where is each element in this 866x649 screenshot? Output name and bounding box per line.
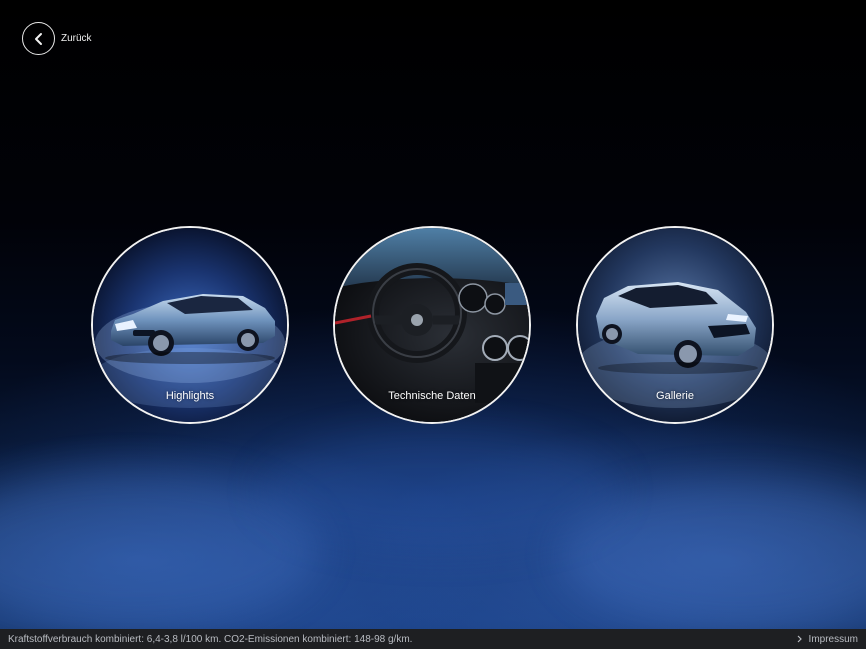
fog-decoration [0, 470, 320, 630]
back-label: Zurück [61, 33, 92, 44]
technical-data-label: Technische Daten [388, 390, 476, 402]
back-button[interactable]: Zurück [22, 22, 92, 55]
app-screen: Zurück Highlights Technische Daten Galle… [0, 0, 866, 649]
gallery-tile[interactable]: Gallerie [576, 226, 774, 424]
fog-decoration [560, 480, 866, 630]
footer-bar: Kraftstoffverbrauch kombiniert: 6,4-3,8 … [0, 629, 866, 649]
fog-decoration [260, 430, 620, 550]
highlights-tile[interactable]: Highlights [91, 226, 289, 424]
highlights-label: Highlights [165, 390, 215, 402]
technical-data-tile[interactable]: Technische Daten [333, 226, 531, 424]
chevron-left-icon [34, 32, 42, 45]
impressum-label: Impressum [808, 633, 858, 645]
chevron-right-icon [797, 635, 802, 643]
impressum-link[interactable]: Impressum [797, 634, 858, 645]
consumption-disclaimer: Kraftstoffverbrauch kombiniert: 6,4-3,8 … [8, 633, 413, 645]
gallery-label: Gallerie [656, 390, 694, 402]
back-circle [22, 22, 55, 55]
